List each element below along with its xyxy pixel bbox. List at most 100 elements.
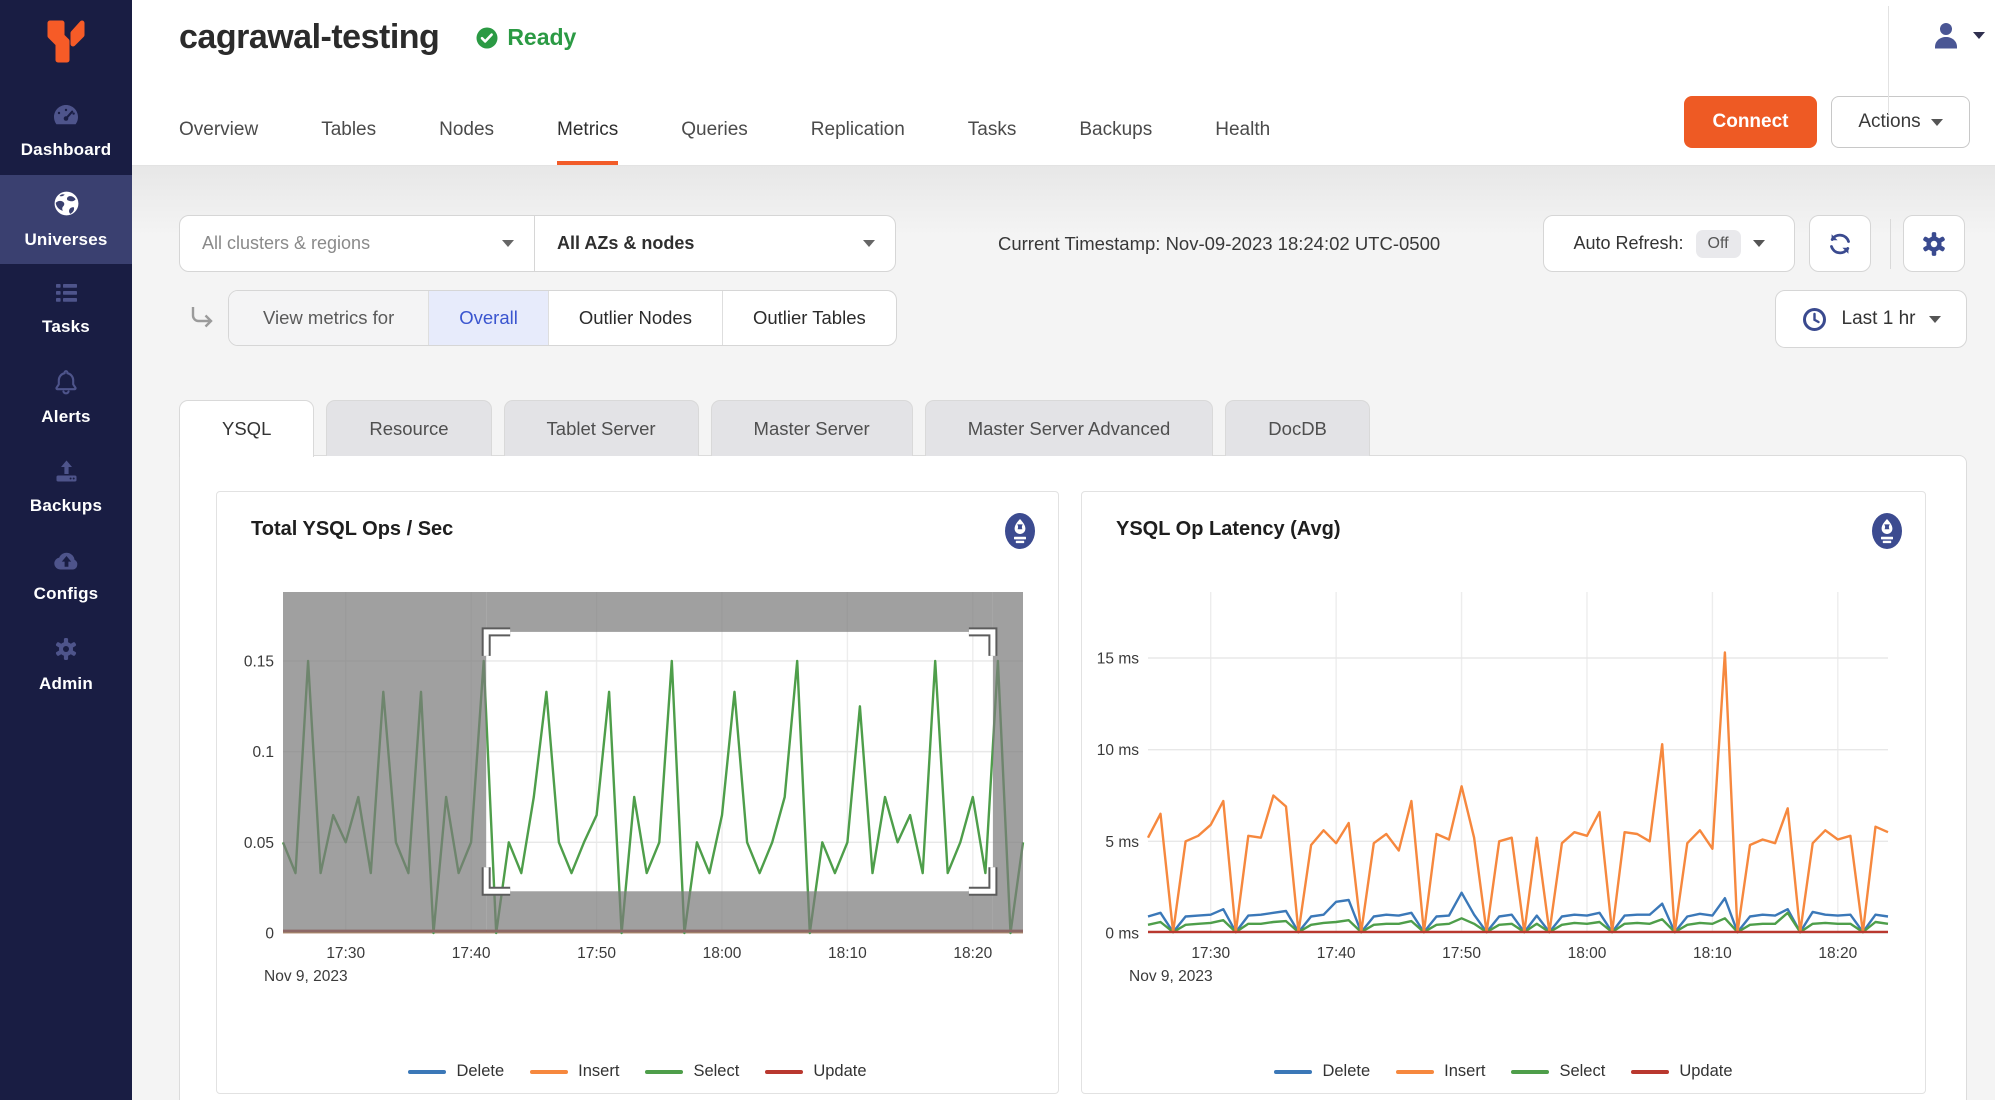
tab-tasks[interactable]: Tasks	[968, 119, 1017, 165]
legend-label: Update	[1679, 1062, 1732, 1081]
scope-option-overall[interactable]: Overall	[428, 291, 548, 345]
sidebar-item-tasks[interactable]: Tasks	[0, 264, 132, 353]
tab-tables[interactable]: Tables	[321, 119, 376, 165]
sidebar-item-universes[interactable]: Universes	[0, 175, 132, 264]
sidebar-item-label: Universes	[24, 230, 107, 250]
svg-text:Nov 9, 2023: Nov 9, 2023	[1129, 968, 1213, 985]
sidebar: Dashboard Universes Tasks Alerts Backups Conf…	[0, 0, 132, 1100]
chart-card-ysql-op-latency: YSQL Op Latency (Avg) 0 ms5 ms10 ms15 ms…	[1081, 491, 1926, 1094]
sidebar-nav: Dashboard Universes Tasks Alerts Backups Conf…	[0, 86, 132, 709]
metric-tab-tablet-server[interactable]: Tablet Server	[504, 400, 699, 456]
auto-refresh-label: Auto Refresh:	[1573, 233, 1683, 254]
sidebar-item-dashboard[interactable]: Dashboard	[0, 86, 132, 175]
svg-text:17:40: 17:40	[1317, 945, 1356, 962]
admin-gear-icon	[53, 636, 79, 667]
metric-tab-ysql[interactable]: YSQL	[179, 400, 314, 457]
refresh-button[interactable]	[1809, 215, 1871, 272]
current-timestamp: Current Timestamp: Nov-09-2023 18:24:02 …	[998, 215, 1440, 272]
auto-refresh-dropdown[interactable]: Auto Refresh: Off	[1543, 215, 1795, 272]
svg-text:17:40: 17:40	[452, 945, 491, 962]
tab-backups[interactable]: Backups	[1079, 119, 1152, 165]
metric-tab-master-server-advanced[interactable]: Master Server Advanced	[925, 400, 1214, 456]
title-row: cagrawal-testing Ready	[179, 18, 576, 57]
legend-item-select[interactable]: Select	[645, 1062, 739, 1081]
chevron-down-icon	[1973, 32, 1985, 39]
svg-text:0.05: 0.05	[244, 835, 274, 852]
legend-label: Select	[1559, 1062, 1605, 1081]
check-circle-icon	[475, 26, 499, 50]
chart-legend: Delete Insert Select Update	[217, 1062, 1058, 1081]
prometheus-icon[interactable]	[1004, 512, 1036, 555]
tab-overview[interactable]: Overview	[179, 119, 258, 165]
tab-nodes[interactable]: Nodes	[439, 119, 494, 165]
sidebar-item-configs[interactable]: Configs	[0, 531, 132, 620]
settings-button[interactable]	[1903, 215, 1965, 272]
sidebar-item-backups[interactable]: Backups	[0, 442, 132, 531]
chart-title: Total YSQL Ops / Sec	[251, 518, 453, 541]
tab-metrics[interactable]: Metrics	[557, 119, 618, 165]
metric-tab-master-server[interactable]: Master Server	[711, 400, 913, 456]
universe-nav-tabs: Overview Tables Nodes Metrics Queries Replica…	[179, 99, 1270, 165]
legend-label: Insert	[578, 1062, 619, 1081]
legend-item-select[interactable]: Select	[1511, 1062, 1605, 1081]
page-title: cagrawal-testing	[179, 18, 439, 57]
connect-button[interactable]: Connect	[1684, 96, 1817, 148]
legend-item-delete[interactable]: Delete	[1274, 1062, 1370, 1081]
legend-swatch	[408, 1070, 446, 1074]
metric-tab-docdb[interactable]: DocDB	[1225, 400, 1370, 456]
chevron-down-icon	[1931, 119, 1943, 126]
yugabyte-logo[interactable]	[0, 0, 132, 86]
time-range-value: Last 1 hr	[1842, 308, 1916, 330]
sidebar-item-label: Tasks	[42, 317, 90, 337]
scope-option-outlier-tables[interactable]: Outlier Tables	[722, 291, 896, 345]
legend-swatch	[1631, 1070, 1669, 1074]
yugabyte-y-icon	[42, 16, 90, 70]
legend-item-delete[interactable]: Delete	[408, 1062, 504, 1081]
chart-plot-area[interactable]: 00.050.10.1517:3017:4017:5018:0018:1018:…	[225, 586, 1031, 996]
header: cagrawal-testing Ready Overview Tables Nod…	[132, 0, 1995, 166]
legend-swatch	[1511, 1070, 1549, 1074]
az-node-select[interactable]: All AZs & nodes	[534, 215, 896, 272]
sidebar-item-label: Backups	[30, 496, 102, 516]
universe-globe-icon	[52, 189, 81, 223]
legend-item-insert[interactable]: Insert	[1396, 1062, 1485, 1081]
legend-item-update[interactable]: Update	[765, 1062, 866, 1081]
svg-text:0: 0	[265, 926, 274, 943]
svg-text:18:00: 18:00	[703, 945, 742, 962]
cluster-region-select[interactable]: All clusters & regions	[179, 215, 535, 272]
status-badge: Ready	[475, 24, 576, 51]
chart-legend: Delete Insert Select Update	[1082, 1062, 1925, 1081]
legend-item-insert[interactable]: Insert	[530, 1062, 619, 1081]
svg-text:0.15: 0.15	[244, 653, 274, 670]
chart-card-total-ysql-ops: Total YSQL Ops / Sec 00.050.10.1517:3017…	[216, 491, 1059, 1094]
chevron-down-icon	[502, 240, 514, 247]
tab-replication[interactable]: Replication	[811, 119, 905, 165]
refresh-icon	[1825, 229, 1855, 259]
chart-title: YSQL Op Latency (Avg)	[1116, 518, 1340, 541]
metric-tab-resource[interactable]: Resource	[326, 400, 491, 456]
actions-button[interactable]: Actions	[1831, 96, 1970, 148]
scope-option-outlier-nodes[interactable]: Outlier Nodes	[548, 291, 722, 345]
sidebar-item-admin[interactable]: Admin	[0, 620, 132, 709]
time-range-dropdown[interactable]: Last 1 hr	[1775, 290, 1967, 348]
metric-group-tabs: YSQLResourceTablet ServerMaster ServerMa…	[179, 400, 1370, 457]
cluster-region-placeholder: All clusters & regions	[202, 233, 370, 254]
status-label: Ready	[507, 24, 576, 51]
sidebar-item-label: Admin	[39, 674, 93, 694]
sidebar-item-label: Configs	[34, 584, 99, 604]
user-menu[interactable]	[1929, 18, 1985, 52]
divider	[1890, 219, 1891, 269]
svg-text:18:10: 18:10	[828, 945, 867, 962]
svg-text:10 ms: 10 ms	[1097, 742, 1139, 759]
legend-item-update[interactable]: Update	[1631, 1062, 1732, 1081]
svg-text:18:00: 18:00	[1568, 945, 1607, 962]
actions-label: Actions	[1858, 111, 1920, 133]
filter-row: All clusters & regions All AZs & nodes C…	[132, 215, 1995, 272]
chart-plot-area[interactable]: 0 ms5 ms10 ms15 ms17:3017:4017:5018:0018…	[1090, 586, 1896, 996]
tab-health[interactable]: Health	[1215, 119, 1270, 165]
legend-swatch	[1396, 1070, 1434, 1074]
sidebar-item-alerts[interactable]: Alerts	[0, 353, 132, 442]
tab-queries[interactable]: Queries	[681, 119, 748, 165]
metrics-content: All clusters & regions All AZs & nodes C…	[132, 166, 1995, 1100]
prometheus-icon[interactable]	[1871, 512, 1903, 555]
